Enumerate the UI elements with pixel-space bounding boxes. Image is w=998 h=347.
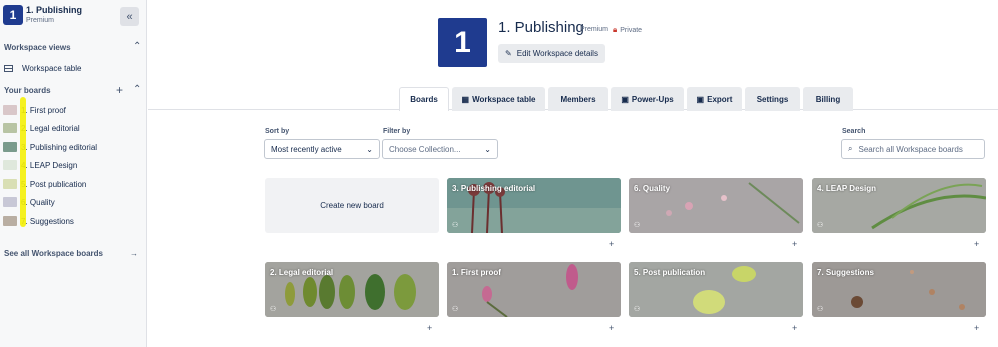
sidebar-board-label: 2. Legal editorial [21,123,80,133]
filter-placeholder: Choose Collection... [389,144,461,154]
sidebar: 1 1. Publishing Premium « Workspace view… [0,0,147,347]
tab-settings[interactable]: Settings [745,87,800,111]
members-icon: ⚇ [452,222,459,229]
board-thumbnail [3,105,17,115]
board-thumbnail [3,123,17,133]
chevron-up-icon[interactable]: ⌃ [133,84,141,95]
tab-label: Billing [815,94,841,104]
board-title: 3. Publishing editorial [452,184,536,193]
members-icon: ⚇ [817,222,824,229]
add-icon[interactable]: + [609,239,614,249]
tab-workspace-table[interactable]: ▦ Workspace table [452,87,545,111]
board-title: 5. Post publication [634,268,706,277]
see-all-label: See all Workspace boards [4,248,104,258]
arrow-right-icon: → [130,248,138,258]
lock-icon: 🔒︎ [613,25,618,34]
tab-export[interactable]: ▣ Export [687,87,742,111]
members-icon: ⚇ [452,306,459,313]
members-icon: ⚇ [270,306,277,313]
board-card[interactable]: 6. Quality ⚇ [629,178,803,233]
search-placeholder: Search all Workspace boards [858,144,963,154]
chevron-up-icon[interactable]: ⌃ [133,41,141,52]
tab-label: Workspace table [472,94,536,104]
board-title: 6. Quality [634,184,671,193]
board-card[interactable]: 4. LEAP Design ⚇ [812,178,986,233]
your-boards-title: Your boards [4,86,51,95]
board-thumbnail [3,160,17,170]
page-title: 1. Publishing [498,19,584,36]
visibility-indicator[interactable]: 🔒︎ Private [613,25,642,35]
collapse-sidebar-icon[interactable]: « [120,7,139,26]
tab-billing[interactable]: Billing [803,87,853,111]
board-thumbnail [3,142,17,152]
create-new-board-button[interactable]: Create new board [265,178,439,233]
export-icon: ▣ [696,94,705,104]
board-title: 1. First proof [452,268,501,277]
tab-label: Settings [756,94,789,104]
sidebar-board-label: 7. Suggestions [21,216,74,226]
visibility-label: Private [620,26,643,34]
workspace-tier-badge: Premium [580,26,609,33]
filter-select[interactable]: Choose Collection... ⌄ [382,139,498,159]
sort-select[interactable]: Most recently active ⌄ [264,139,380,159]
board-card[interactable]: 2. Legal editorial ⚇ [265,262,439,317]
tab-boards[interactable]: Boards [399,87,449,111]
power-ups-icon: ▣ [621,94,629,104]
yellow-highlight-mark [20,97,26,227]
sidebar-board-label: 4. LEAP Design [21,160,78,170]
tab-label: Export [707,94,733,104]
workspace-logo: 1 [3,5,23,25]
search-icon: ⌕ [848,144,853,153]
members-icon: ⚇ [634,306,641,313]
edit-workspace-button[interactable]: ✎ Edit Workspace details [498,44,605,63]
tab-label: Boards [410,95,438,104]
sidebar-item-label: Workspace table [22,63,82,73]
board-title: 7. Suggestions [817,268,874,277]
board-thumbnail [3,216,17,226]
see-all-boards-link[interactable]: See all Workspace boards → [4,246,138,260]
add-icon[interactable]: + [974,239,979,249]
tab-label: Power-Ups [631,94,674,104]
board-title: 4. LEAP Design [817,184,876,193]
board-card[interactable]: 1. First proof ⚇ [447,262,621,317]
sidebar-item-workspace-table[interactable]: Workspace table [4,60,81,76]
workspace-large-logo: 1 [438,18,487,67]
workspace-tier: Premium [26,17,55,24]
board-card[interactable]: 3. Publishing editorial ⚇ [447,178,621,233]
board-thumbnail [3,197,17,207]
sidebar-board-label: 6. Quality [21,197,55,207]
add-board-icon[interactable]: + [116,83,123,97]
board-card[interactable]: 5. Post publication ⚇ [629,262,803,317]
add-icon[interactable]: + [427,323,432,333]
search-label: Search [842,128,866,135]
table-icon: ▦ [461,94,470,104]
sort-label: Sort by [265,128,290,135]
members-icon: ⚇ [634,222,641,229]
add-icon[interactable]: + [792,323,797,333]
add-icon[interactable]: + [609,323,614,333]
sort-value: Most recently active [271,144,342,154]
tab-power-ups[interactable]: ▣ Power-Ups [611,87,684,111]
tab-members[interactable]: Members [548,87,608,111]
search-input[interactable]: ⌕ Search all Workspace boards [841,139,985,159]
board-thumbnail [3,179,17,189]
sidebar-board-label: 5. Post publication [21,179,87,189]
table-icon [4,64,13,72]
filter-label: Filter by [383,128,411,135]
chevron-down-icon: ⌄ [366,144,373,154]
create-board-label: Create new board [320,201,384,210]
add-icon[interactable]: + [974,323,979,333]
pencil-icon: ✎ [505,49,512,58]
edit-workspace-label: Edit Workspace details [516,49,598,58]
chevron-down-icon: ⌄ [484,144,491,154]
board-card[interactable]: 7. Suggestions ⚇ [812,262,986,317]
sidebar-board-label: 1. First proof [21,105,66,115]
workspace-name: 1. Publishing [26,5,83,15]
tab-label: Members [560,94,596,104]
members-icon: ⚇ [817,306,824,313]
sidebar-board-label: 3. Publishing editorial [21,142,98,152]
workspace-views-title: Workspace views [4,43,71,52]
board-title: 2. Legal editorial [270,268,334,277]
add-icon[interactable]: + [792,239,797,249]
